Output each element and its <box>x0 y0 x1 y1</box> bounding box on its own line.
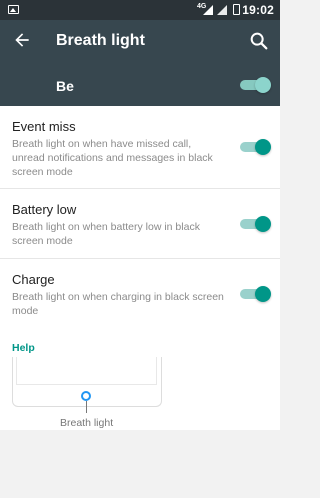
phone-screen <box>16 357 157 385</box>
signal-icon-2 <box>217 5 227 15</box>
breath-light-caption: Breath light <box>60 417 114 429</box>
toggle-thumb <box>255 139 271 155</box>
signal-icon <box>203 5 213 15</box>
clock: 19:02 <box>242 3 274 17</box>
master-toggle[interactable] <box>240 77 271 93</box>
help-heading: Help <box>12 342 35 354</box>
setting-event-miss[interactable]: Event miss Breath light on when have mis… <box>0 106 280 189</box>
setting-title: Battery low <box>12 202 77 217</box>
app-toolbar: Breath light <box>0 20 280 64</box>
toggle-thumb <box>255 216 271 232</box>
back-arrow-icon[interactable] <box>12 30 32 50</box>
battery-low-toggle[interactable] <box>240 216 271 232</box>
setting-summary: Breath light on when have missed call, u… <box>12 138 213 178</box>
setting-battery-low[interactable]: Battery low Breath light on when battery… <box>0 189 280 259</box>
search-icon[interactable] <box>248 30 270 52</box>
battery-icon <box>233 4 240 15</box>
setting-summary: Breath light on when battery low in blac… <box>12 221 200 247</box>
master-switch-bar[interactable]: Be <box>0 64 280 106</box>
image-notification-icon <box>8 5 19 14</box>
setting-summary: Breath light on when charging in black s… <box>12 291 224 317</box>
charge-toggle[interactable] <box>240 286 271 302</box>
setting-charge[interactable]: Charge Breath light on when charging in … <box>0 259 280 329</box>
breath-light-indicator-icon <box>81 391 91 401</box>
event-miss-toggle[interactable] <box>240 139 271 155</box>
page-title: Breath light <box>56 32 145 49</box>
status-bar: 4G 19:02 <box>0 0 280 20</box>
master-switch-label: Be <box>56 78 74 94</box>
indicator-line <box>86 401 87 413</box>
toggle-thumb <box>255 77 271 93</box>
toggle-thumb <box>255 286 271 302</box>
setting-title: Event miss <box>12 119 76 134</box>
setting-title: Charge <box>12 272 55 287</box>
